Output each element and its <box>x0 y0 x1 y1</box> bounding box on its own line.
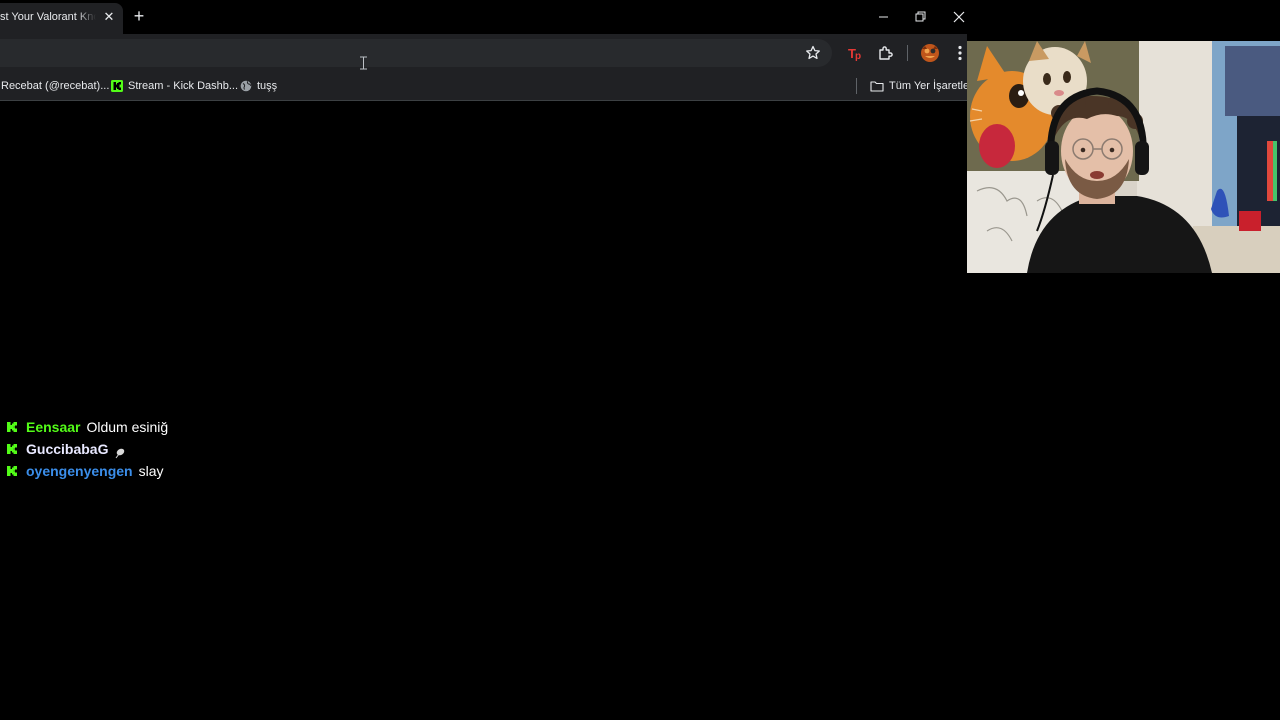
chat-message: oyengenyengen slay <box>6 460 406 482</box>
leaf-emote-icon <box>116 448 125 459</box>
star-icon <box>806 45 820 60</box>
chat-username: Eensaar <box>26 419 81 435</box>
restore-icon <box>915 11 926 22</box>
folder-icon <box>870 81 884 92</box>
kick-logo-icon <box>111 80 123 93</box>
minimize-button[interactable] <box>872 6 894 28</box>
tab-title: st Your Valorant Knowl <box>0 11 96 23</box>
bookmark-label: Recebat (@recebat)... <box>1 80 110 92</box>
profile-button[interactable] <box>918 41 942 65</box>
restore-button[interactable] <box>909 6 931 28</box>
chat-text: slay <box>138 463 164 479</box>
bookmark-item[interactable]: Recebat (@recebat)... <box>1 77 109 95</box>
kick-badge-icon <box>7 422 17 432</box>
tab-active[interactable]: st Your Valorant Knowl ✕ <box>0 3 123 34</box>
kick-badge-icon <box>7 466 17 476</box>
bookmark-label: tuşş <box>257 80 278 92</box>
chat-overlay: Eensaar Oldum esiniğ GuccibabaG oyengeny… <box>6 416 406 482</box>
bookmarks-bar: Recebat (@recebat)... Stream - Kick Dash… <box>0 71 975 101</box>
new-tab-button[interactable]: + <box>130 7 148 25</box>
chat-username: GuccibabaG <box>26 441 109 457</box>
tab-close-icon[interactable]: ✕ <box>101 9 117 25</box>
bookmarks-divider <box>856 78 857 94</box>
toolbar-divider <box>907 45 908 61</box>
extension-tp-icon: T p <box>848 46 861 62</box>
webcam-feed <box>967 41 1280 273</box>
extension-tp-button[interactable]: T p <box>843 41 867 65</box>
svg-text:p: p <box>855 51 861 62</box>
puzzle-icon <box>879 46 893 60</box>
bookmark-label: Stream - Kick Dashb... <box>128 80 239 92</box>
globe-icon <box>240 80 252 92</box>
bookmark-star-button[interactable] <box>801 41 825 65</box>
close-window-button[interactable] <box>948 6 970 28</box>
address-bar[interactable] <box>0 39 832 70</box>
all-bookmarks-label: Tüm Yer İşaretleri <box>889 80 976 92</box>
text-cursor-icon <box>360 56 367 70</box>
more-menu-button[interactable] <box>949 41 967 65</box>
kick-badge-icon <box>7 444 17 454</box>
chat-username: oyengenyengen <box>26 463 133 479</box>
chat-message: GuccibabaG <box>6 438 406 460</box>
bookmark-item[interactable]: tuşş <box>240 77 277 95</box>
close-icon <box>953 11 965 23</box>
minimize-icon <box>879 16 888 18</box>
more-menu-icon <box>958 45 962 61</box>
all-bookmarks-button[interactable]: Tüm Yer İşaretleri <box>870 77 975 95</box>
browser-window: st Your Valorant Knowl ✕ + <box>0 0 975 101</box>
webcam-image <box>967 41 1280 273</box>
extensions-button[interactable] <box>874 41 898 65</box>
chat-text: Oldum esiniğ <box>86 419 169 435</box>
profile-avatar-icon <box>921 44 939 62</box>
bookmark-item[interactable]: Stream - Kick Dashb... <box>111 77 238 95</box>
address-input[interactable] <box>8 39 788 67</box>
tab-strip: st Your Valorant Knowl ✕ + <box>0 0 967 34</box>
toolbar: T p <box>0 34 967 71</box>
chat-message: Eensaar Oldum esiniğ <box>6 416 406 438</box>
